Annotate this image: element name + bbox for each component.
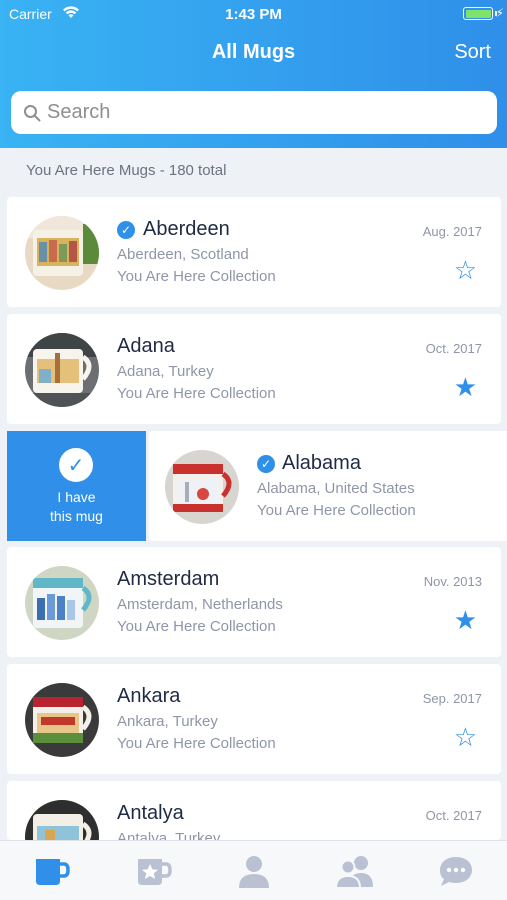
star-outline-icon[interactable]: ☆ <box>454 257 477 283</box>
star-filled-icon[interactable]: ★ <box>454 374 477 400</box>
mug-name: Alabama <box>282 452 361 474</box>
section-header: You Are Here Mugs - 180 total <box>26 162 227 179</box>
mug-location: Adana, Turkey <box>117 363 214 380</box>
mug-row-amsterdam[interactable]: Amsterdam Amsterdam, Netherlands You Are… <box>7 547 501 657</box>
mug-photo <box>25 566 99 640</box>
mug-date: Aug. 2017 <box>422 224 482 239</box>
mug-photo <box>165 450 239 524</box>
tab-profile[interactable] <box>234 853 274 889</box>
tab-favorites[interactable] <box>134 853 174 889</box>
i-have-this-mug-label: I have this mug <box>50 489 103 524</box>
mug-photo <box>25 333 99 407</box>
status-time: 1:43 PM <box>225 6 282 23</box>
mug-name: Ankara <box>117 685 181 707</box>
star-outline-icon[interactable]: ☆ <box>454 724 477 750</box>
mug-photo <box>25 216 99 290</box>
mug-location: Alabama, United States <box>257 480 415 497</box>
charging-icon: ⚡ <box>495 6 504 20</box>
header: Carrier 1:43 PM ⚡ All Mugs Sort <box>0 0 507 148</box>
mug-row-antalya[interactable]: Antalya Antalya, Turkey Oct. 2017 <box>7 781 501 840</box>
search-bar[interactable] <box>11 91 497 134</box>
mug-collection: You Are Here Collection <box>117 735 276 752</box>
mug-row-aberdeen[interactable]: ✓ Aberdeen Aberdeen, Scotland You Are He… <box>7 197 501 307</box>
mug-name: Aberdeen <box>143 218 230 240</box>
tab-bar <box>0 840 507 900</box>
battery-icon <box>463 7 493 20</box>
page-title: All Mugs <box>211 41 296 63</box>
mug-location: Antalya, Turkey <box>117 830 221 840</box>
mug-row-adana[interactable]: Adana Adana, Turkey You Are Here Collect… <box>7 314 501 424</box>
tab-friends[interactable] <box>335 853 375 889</box>
checkmark-icon: ✓ <box>59 448 93 482</box>
mug-location: Aberdeen, Scotland <box>117 246 249 263</box>
status-bar: Carrier 1:43 PM ⚡ <box>0 0 507 28</box>
mug-collection: You Are Here Collection <box>117 618 276 635</box>
friends-icon <box>335 856 373 889</box>
chat-icon <box>440 857 472 886</box>
mug-row-alabama[interactable]: ✓ I have this mug ✓ Alabama Alabama, Uni… <box>7 431 507 541</box>
sort-button[interactable]: Sort <box>454 41 491 64</box>
verified-check-icon: ✓ <box>117 221 135 239</box>
mug-collection: You Are Here Collection <box>117 385 276 402</box>
mug-location: Amsterdam, Netherlands <box>117 596 283 613</box>
search-icon <box>24 105 41 122</box>
search-input[interactable] <box>47 91 487 134</box>
mug-photo <box>25 683 99 757</box>
mug-icon <box>36 859 70 885</box>
mug-collection: You Are Here Collection <box>257 502 416 519</box>
mug-date: Sep. 2017 <box>422 691 482 706</box>
mug-date: Oct. 2017 <box>425 808 482 823</box>
mug-name: Antalya <box>117 802 184 824</box>
profile-icon <box>239 856 269 888</box>
tab-mugs[interactable] <box>32 853 72 889</box>
mug-name: Amsterdam <box>117 568 220 590</box>
mug-card[interactable]: ✓ Alabama Alabama, United States You Are… <box>149 431 507 541</box>
mug-date: Oct. 2017 <box>425 341 482 356</box>
mug-row-ankara[interactable]: Ankara Ankara, Turkey You Are Here Colle… <box>7 664 501 774</box>
mug-collection: You Are Here Collection <box>117 268 276 285</box>
mug-name: Adana <box>117 335 175 357</box>
verified-check-icon: ✓ <box>257 455 275 473</box>
tab-messages[interactable] <box>436 853 476 889</box>
favorite-mug-icon <box>138 859 172 885</box>
mug-location: Ankara, Turkey <box>117 713 218 730</box>
i-have-this-mug-button[interactable]: ✓ I have this mug <box>7 431 146 541</box>
mug-photo <box>25 800 99 840</box>
mug-date: Nov. 2013 <box>423 574 482 589</box>
star-filled-icon[interactable]: ★ <box>454 607 477 633</box>
